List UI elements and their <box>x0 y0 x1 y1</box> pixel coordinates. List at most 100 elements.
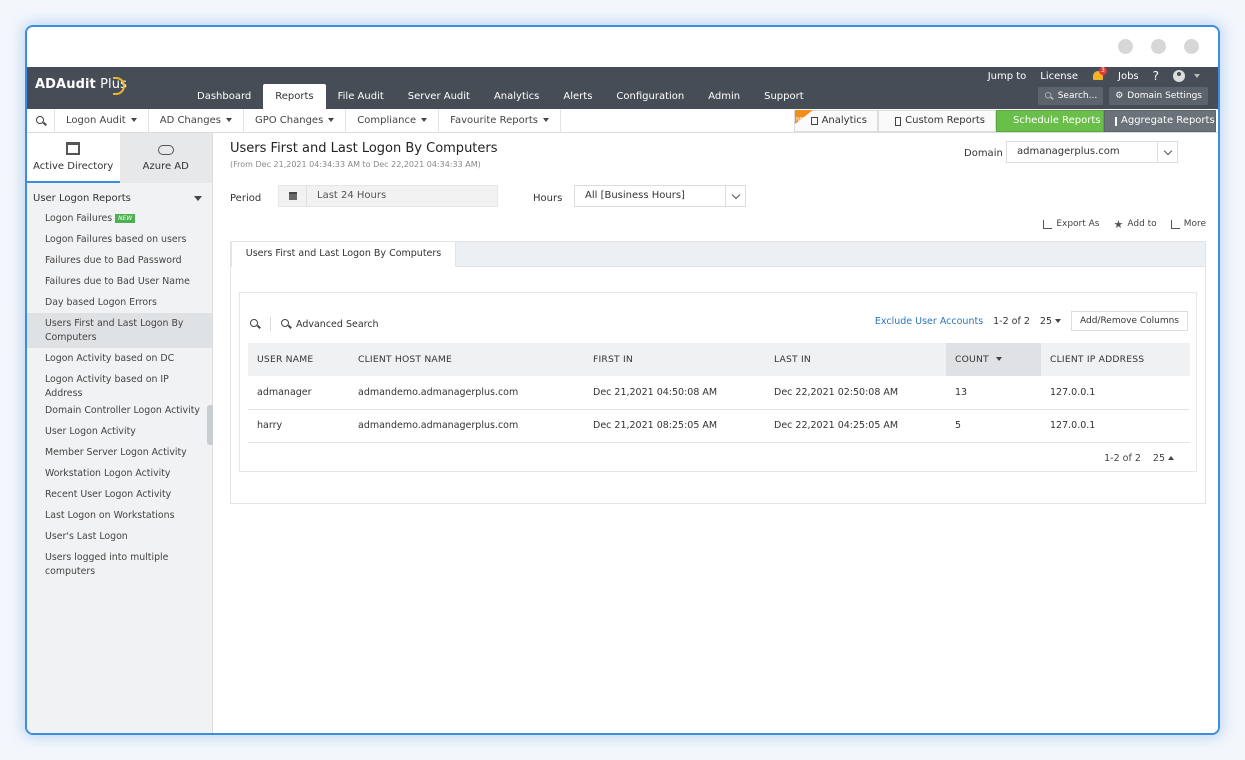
report-search-button[interactable] <box>27 108 55 133</box>
window-dot-icon[interactable] <box>1184 39 1199 54</box>
nav-reports[interactable]: Reports <box>263 84 326 109</box>
main-nav: Dashboard Reports File Audit Server Audi… <box>185 84 816 109</box>
sidebar-item-dc-logon[interactable]: Domain Controller Logon Activity <box>27 401 212 422</box>
aggregate-reports-button[interactable]: Aggregate Reports <box>1104 110 1216 132</box>
sidebar-item-logon-failures[interactable]: Logon Failures NEW <box>27 208 212 229</box>
menu-favourite-reports[interactable]: Favourite Reports <box>439 108 561 133</box>
window-dot-icon[interactable] <box>1118 39 1133 54</box>
report-list: Logon Failures NEW Logon Failures based o… <box>27 208 212 583</box>
table-controls: Exclude User Accounts 1-2 of 2 25 Add/Re… <box>875 311 1188 331</box>
sidebar-item-bad-password[interactable]: Failures due to Bad Password <box>27 250 212 271</box>
menu-compliance[interactable]: Compliance <box>346 108 440 133</box>
sidebar-item-member-server[interactable]: Member Server Logon Activity <box>27 443 212 464</box>
column-header-sorted[interactable]: COUNT <box>946 343 1041 376</box>
report-tab-bar: Users First and Last Logon By Computers <box>230 241 1206 267</box>
cell-client-ip: 127.0.0.1 <box>1041 376 1190 410</box>
sidebar-collapse-handle[interactable] <box>207 405 213 445</box>
column-header[interactable]: LAST IN <box>765 343 946 376</box>
window-dot-icon[interactable] <box>1151 39 1166 54</box>
cell-user-name: admanager <box>248 376 349 410</box>
jump-to-link[interactable]: Jump to <box>988 71 1027 82</box>
search-button[interactable]: Search... <box>1037 87 1104 105</box>
report-table-card: Advanced Search Exclude User Accounts 1-… <box>230 266 1206 504</box>
analytics-button[interactable]: NEW Analytics <box>794 110 878 132</box>
sidebar-item-users-last-logon[interactable]: User's Last Logon <box>27 527 212 548</box>
nav-configuration[interactable]: Configuration <box>604 84 696 109</box>
column-header[interactable]: FIRST IN <box>584 343 765 376</box>
nav-admin[interactable]: Admin <box>696 84 752 109</box>
sidebar: Active Directory Azure AD User Logon Rep… <box>27 133 213 733</box>
gear-icon: ⚙ <box>1115 91 1124 101</box>
exclude-user-accounts-link[interactable]: Exclude User Accounts <box>875 316 983 327</box>
chevron-down-icon <box>1189 71 1200 82</box>
sidebar-item-user-logon[interactable]: User Logon Activity <box>27 422 212 443</box>
export-as-button[interactable]: Export As <box>1043 219 1099 229</box>
cell-count-link[interactable]: 13 <box>946 376 1041 410</box>
sidebar-section-user-logon-reports[interactable]: User Logon Reports <box>27 191 212 205</box>
sidebar-item-first-last-logon[interactable]: Users First and Last Logon By Computers <box>27 313 212 348</box>
notification-count: 3 <box>1099 67 1107 75</box>
nav-support[interactable]: Support <box>752 84 816 109</box>
nav-alerts[interactable]: Alerts <box>551 84 604 109</box>
top-navigation: ADAudit Plus Dashboard Reports File Audi… <box>27 67 1218 109</box>
tab-report[interactable]: Users First and Last Logon By Computers <box>231 241 456 267</box>
sidebar-item-day-based-errors[interactable]: Day based Logon Errors <box>27 292 212 313</box>
bell-icon[interactable]: 3 <box>1092 67 1107 82</box>
sidebar-item-logon-dc[interactable]: Logon Activity based on DC <box>27 348 212 369</box>
menu-logon-audit[interactable]: Logon Audit <box>55 108 149 133</box>
nav-server-audit[interactable]: Server Audit <box>396 84 482 109</box>
page-size-select[interactable]: 25 <box>1153 453 1174 464</box>
tab-active-directory[interactable]: Active Directory <box>27 133 120 183</box>
sub-navigation: Logon Audit AD Changes GPO Changes Compl… <box>27 108 1218 133</box>
custom-reports-button[interactable]: Custom Reports <box>878 110 996 132</box>
sidebar-item-logon-ip[interactable]: Logon Activity based on IP Address <box>27 369 212 401</box>
column-header[interactable]: CLIENT IP ADDRESS <box>1041 343 1190 376</box>
sidebar-item-logon-failures-users[interactable]: Logon Failures based on users <box>27 229 212 250</box>
jobs-link[interactable]: Jobs <box>1118 71 1139 82</box>
domain-select[interactable]: admanagerplus.com <box>1006 141 1178 163</box>
table-row[interactable]: admanager admandemo.admanagerplus.com De… <box>248 376 1190 410</box>
period-picker[interactable]: Last 24 Hours <box>278 185 498 207</box>
user-menu[interactable] <box>1173 70 1200 82</box>
help-icon[interactable]: ? <box>1153 69 1159 83</box>
domain-settings-button[interactable]: ⚙ Domain Settings <box>1109 87 1208 105</box>
new-badge: NEW <box>115 213 136 223</box>
cell-client-host: admandemo.admanagerplus.com <box>349 376 584 410</box>
logo-arc-icon <box>113 77 125 95</box>
page-size-select[interactable]: 25 <box>1040 316 1061 327</box>
menu-ad-changes[interactable]: AD Changes <box>149 108 244 133</box>
aggregate-icon <box>1115 116 1117 126</box>
report-table-panel: Advanced Search Exclude User Accounts 1-… <box>239 292 1197 472</box>
pagination-info: 1-2 of 2 <box>993 315 1030 327</box>
sidebar-item-multiple-computers[interactable]: Users logged into multiple computers <box>27 548 212 583</box>
add-remove-columns-button[interactable]: Add/Remove Columns <box>1071 311 1188 331</box>
sidebar-item-last-logon-workstations[interactable]: Last Logon on Workstations <box>27 506 212 527</box>
nav-dashboard[interactable]: Dashboard <box>185 84 263 109</box>
nav-analytics[interactable]: Analytics <box>482 84 551 109</box>
search-icon[interactable] <box>250 319 260 329</box>
table-header: USER NAME CLIENT HOST NAME FIRST IN LAST… <box>248 343 1190 376</box>
more-button[interactable]: More <box>1170 219 1206 229</box>
nav-file-audit[interactable]: File Audit <box>326 84 396 109</box>
sidebar-item-workstation[interactable]: Workstation Logon Activity <box>27 464 212 485</box>
cell-client-host: admandemo.admanagerplus.com <box>349 409 584 443</box>
add-to-button[interactable]: ★ Add to <box>1113 219 1156 230</box>
cell-last-in: Dec 22,2021 04:25:05 AM <box>765 409 946 443</box>
hours-select[interactable]: All [Business Hours] <box>574 185 746 207</box>
sidebar-item-recent-logon[interactable]: Recent User Logon Activity <box>27 485 212 506</box>
table-row[interactable]: harry admandemo.admanagerplus.com Dec 21… <box>248 409 1190 443</box>
advanced-search-button[interactable]: Advanced Search <box>281 319 379 330</box>
menu-gpo-changes[interactable]: GPO Changes <box>244 108 347 133</box>
top-buttons: Search... ⚙ Domain Settings <box>1037 87 1208 105</box>
cell-count-link[interactable]: 5 <box>946 409 1041 443</box>
sidebar-item-bad-user-name[interactable]: Failures due to Bad User Name <box>27 271 212 292</box>
schedule-reports-button[interactable]: Schedule Reports <box>996 110 1104 132</box>
column-header[interactable]: CLIENT HOST NAME <box>349 343 584 376</box>
top-links: Jump to License 3 Jobs ? <box>988 67 1200 83</box>
license-link[interactable]: License <box>1040 71 1078 82</box>
column-header[interactable]: USER NAME <box>248 343 349 376</box>
advanced-search-icon <box>281 319 291 329</box>
search-icon <box>1044 92 1053 100</box>
sub-nav-actions: NEW Analytics Custom Reports Schedule Re… <box>794 110 1216 132</box>
tab-azure-ad[interactable]: Azure AD <box>119 133 212 183</box>
